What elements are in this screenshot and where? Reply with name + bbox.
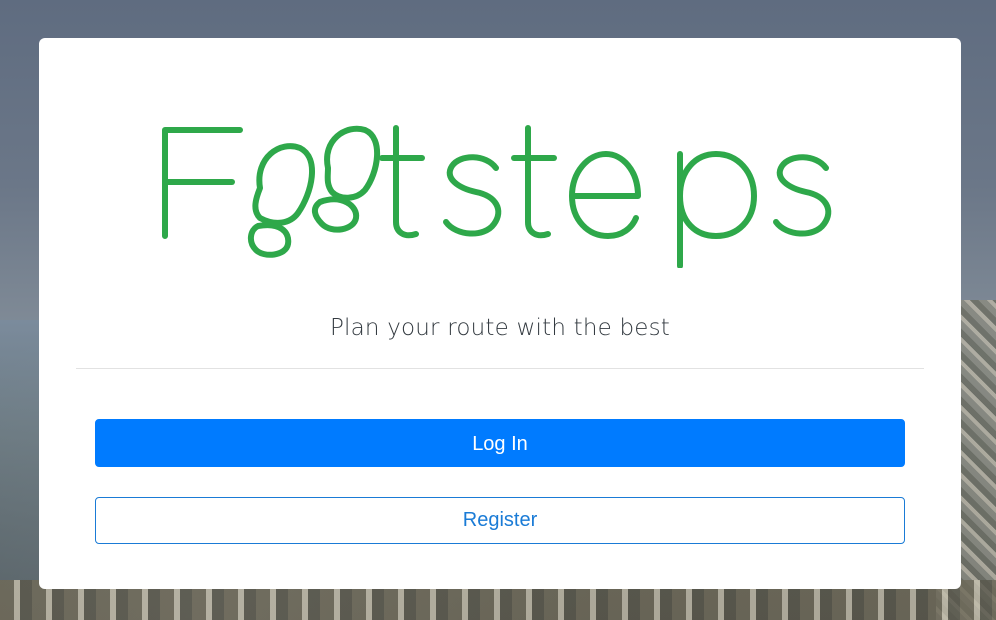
login-button[interactable]: Log In xyxy=(95,419,905,467)
welcome-card: Plan your route with the best Log In Reg… xyxy=(39,38,961,589)
divider xyxy=(76,368,924,369)
footsteps-logo xyxy=(39,118,961,268)
footsteps-logo-icon xyxy=(162,125,832,268)
tagline: Plan your route with the best xyxy=(329,315,671,341)
register-button[interactable]: Register xyxy=(95,497,905,544)
